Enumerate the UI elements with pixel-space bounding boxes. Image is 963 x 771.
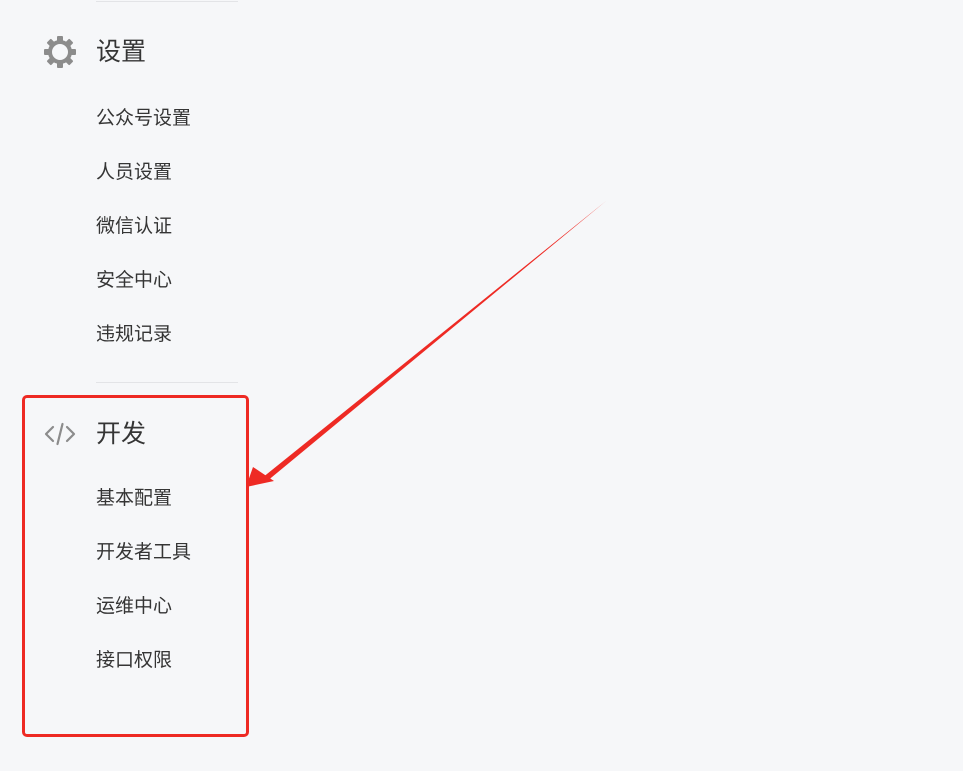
annotation-arrow — [246, 201, 606, 487]
